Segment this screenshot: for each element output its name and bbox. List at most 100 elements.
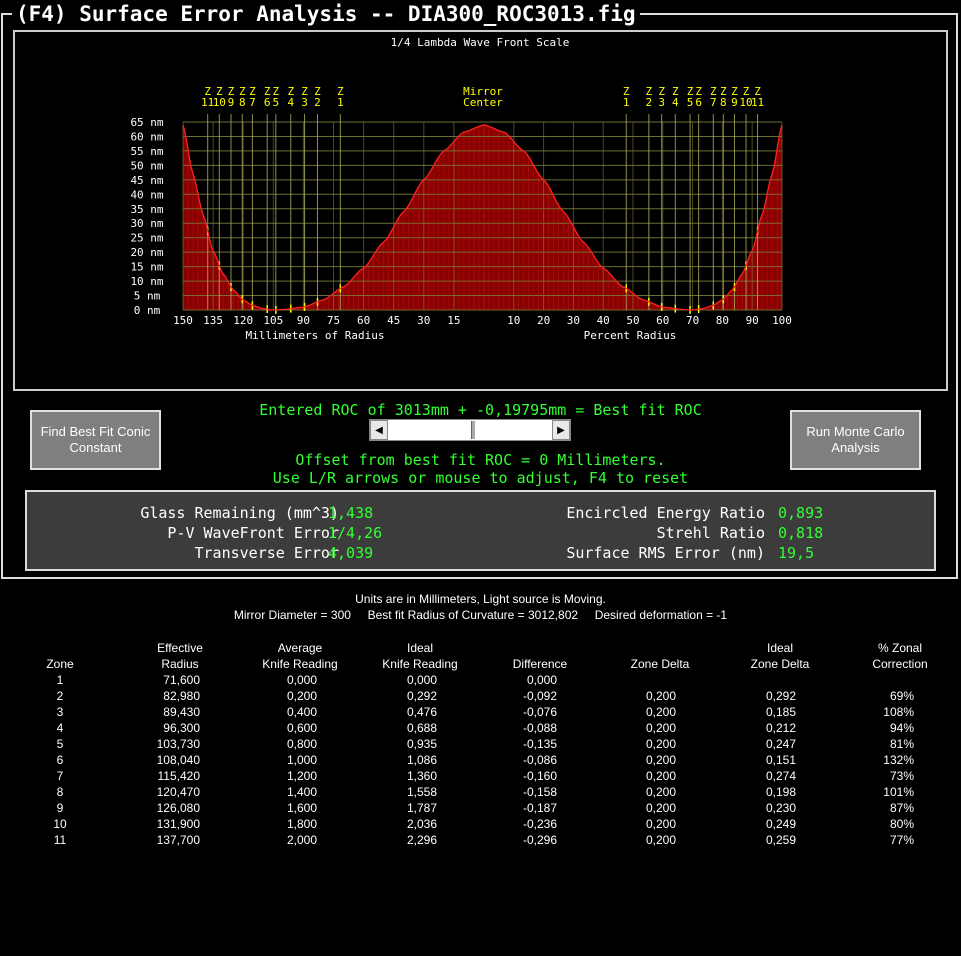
column-header-line xyxy=(0,640,120,656)
table-cell: 0,200 xyxy=(645,753,676,767)
table-cell: 1,360 xyxy=(406,769,437,783)
surface-rms-value: 19,5 xyxy=(778,544,815,562)
table-cell: 80% xyxy=(889,817,914,831)
mirror-center-label: Center xyxy=(463,96,503,109)
wavefront-chart: 1/4 Lambda Wave Front Scale65 nm60 nm55 … xyxy=(130,36,792,342)
transverse-error-value: 4,039 xyxy=(328,544,374,562)
zone-label-num: 7 xyxy=(249,96,256,109)
column-header: Difference xyxy=(480,640,600,672)
x-tick-label-mm: 45 xyxy=(387,314,400,327)
x-tick-label-pct: 10 xyxy=(507,314,520,327)
y-tick-label: 10 nm xyxy=(130,275,163,288)
table-cell: 5 xyxy=(56,737,64,751)
zone-label-num: 2 xyxy=(314,96,321,109)
x-tick-label-pct: 40 xyxy=(597,314,610,327)
table-cell: 0,600 xyxy=(286,721,317,735)
column-header: Ideal Zone Delta xyxy=(720,640,840,672)
table-cell: 2,000 xyxy=(286,833,317,847)
x-tick-label-mm: 90 xyxy=(297,314,310,327)
y-tick-label: 40 nm xyxy=(130,188,163,201)
table-cell: 0,000 xyxy=(526,673,557,687)
table-cell: 0,200 xyxy=(645,769,676,783)
table-cell: 0,200 xyxy=(645,785,676,799)
table-cell: -0,088 xyxy=(522,721,557,735)
x-axis-label-mm: Millimeters of Radius xyxy=(245,329,384,342)
table-cell: 0,200 xyxy=(645,833,676,847)
offset-text: Offset from best fit ROC = 0 Millimeters… xyxy=(295,451,666,469)
y-tick-label: 0 nm xyxy=(134,304,161,317)
x-tick-label-mm: 75 xyxy=(327,314,340,327)
x-axis-label-pct: Percent Radius xyxy=(584,329,677,342)
table-cell: 9 xyxy=(56,801,64,815)
x-tick-label-pct: 60 xyxy=(656,314,669,327)
table-cell: 11 xyxy=(53,833,67,847)
column-header-line: Average xyxy=(277,641,323,655)
zone-label-num: 8 xyxy=(720,96,727,109)
table-cell: 71,600 xyxy=(163,673,200,687)
column-header-line: Zone Delta xyxy=(750,657,810,671)
table-cell: -0,135 xyxy=(522,737,557,751)
x-tick-label-mm: 105 xyxy=(263,314,283,327)
table-cell: 0,230 xyxy=(765,801,796,815)
table-cell: 126,080 xyxy=(156,801,200,815)
table-cell: 0,198 xyxy=(765,785,796,799)
x-tick-label-pct: 80 xyxy=(716,314,729,327)
table-cell: 0,249 xyxy=(765,817,796,831)
table-cell: 94% xyxy=(889,721,914,735)
y-tick-label: 25 nm xyxy=(130,232,163,245)
x-tick-label-mm: 120 xyxy=(233,314,253,327)
y-tick-label: 35 nm xyxy=(130,203,163,216)
zone-label-num: 1 xyxy=(337,96,344,109)
column-header-line: Effective xyxy=(157,641,203,655)
table-cell: 1,558 xyxy=(406,785,437,799)
surface-rms-label: Surface RMS Error (nm) xyxy=(566,544,765,562)
table-cell: 6 xyxy=(56,753,64,767)
table-cell: 0,292 xyxy=(406,689,437,703)
table-cell: 0,212 xyxy=(765,721,796,735)
y-tick-label: 15 nm xyxy=(130,261,163,274)
zone-label-num: 4 xyxy=(287,96,294,109)
column-header: % Zonal Correction xyxy=(840,640,960,672)
zone-label-num: 4 xyxy=(672,96,679,109)
zone-label-num: 10 xyxy=(213,96,226,109)
column-header-line: Difference xyxy=(512,657,568,671)
column-header-line: Ideal xyxy=(406,641,434,655)
stats-panel: Glass Remaining (mm^3) 1,438 P-V WaveFro… xyxy=(25,490,936,571)
table-cell: 131,900 xyxy=(156,817,200,831)
table-cell: -0,236 xyxy=(522,817,557,831)
hint-text: Use L/R arrows or mouse to adjust, F4 to… xyxy=(272,469,689,487)
roc-offset-slider[interactable]: ◀ ▶ xyxy=(369,419,571,441)
slider-left-arrow-icon[interactable]: ◀ xyxy=(370,420,388,440)
zone-label-num: 3 xyxy=(658,96,665,109)
table-cell: 4 xyxy=(56,721,64,735)
x-tick-label-pct: 30 xyxy=(567,314,580,327)
table-cell: 1,787 xyxy=(406,801,437,815)
table-cell: -0,160 xyxy=(522,769,557,783)
table-cell: -0,296 xyxy=(522,833,557,847)
table-cell: 103,730 xyxy=(156,737,200,751)
zone-label-num: 8 xyxy=(239,96,246,109)
zone-label-num: 5 xyxy=(273,96,280,109)
table-cell: 8 xyxy=(56,785,64,799)
column-header-line: % Zonal xyxy=(877,641,923,655)
table-cell: 77% xyxy=(889,833,914,847)
table-cell: 0,200 xyxy=(286,689,317,703)
column-header: Zone Delta xyxy=(600,640,720,672)
y-tick-label: 55 nm xyxy=(130,145,163,158)
zone-label-num: 9 xyxy=(731,96,738,109)
table-cell: 1,400 xyxy=(286,785,317,799)
slider-thumb[interactable] xyxy=(471,421,476,439)
y-tick-label: 30 nm xyxy=(130,217,163,230)
zone-label-num: 9 xyxy=(228,96,235,109)
table-cell: 0,800 xyxy=(286,737,317,751)
glass-remaining-value: 1,438 xyxy=(328,504,374,522)
table-cell: 2,036 xyxy=(406,817,437,831)
window-title: (F4) Surface Error Analysis -- DIA300_RO… xyxy=(12,0,640,28)
table-cell: -0,086 xyxy=(522,753,557,767)
slider-right-arrow-icon[interactable]: ▶ xyxy=(552,420,570,440)
table-cell: 108,040 xyxy=(156,753,200,767)
strehl-ratio-label: Strehl Ratio xyxy=(656,524,765,542)
table-cell: 7 xyxy=(56,769,64,783)
column-header: Effective Radius xyxy=(120,640,240,672)
table-cell: 0,151 xyxy=(765,753,796,767)
